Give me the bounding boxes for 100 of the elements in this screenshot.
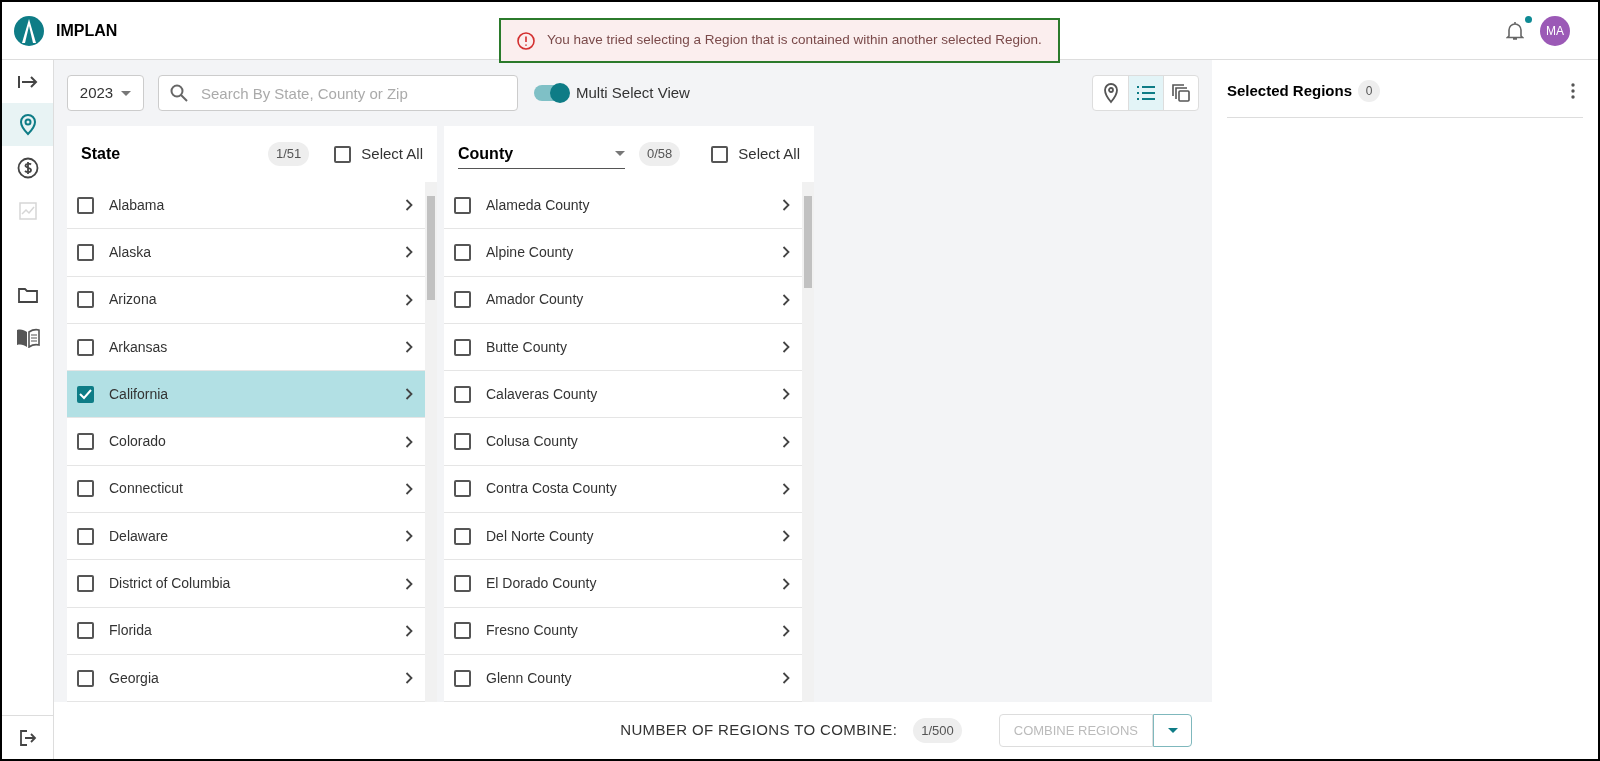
checkbox[interactable] xyxy=(77,480,94,498)
chevron-right-icon[interactable] xyxy=(405,482,413,495)
caret-down-icon xyxy=(121,90,132,96)
caret-down-icon xyxy=(1167,728,1178,733)
list-view-button[interactable] xyxy=(1128,76,1163,110)
row-label: Contra Costa County xyxy=(486,479,617,499)
chevron-right-icon[interactable] xyxy=(782,388,790,401)
location-pin-icon xyxy=(18,113,37,136)
count-badge: 0/58 xyxy=(639,142,681,166)
checkbox[interactable] xyxy=(454,338,471,356)
row-label: California xyxy=(109,384,169,404)
select-all-label[interactable]: Select All xyxy=(738,142,800,166)
row-label: Colusa County xyxy=(486,432,578,452)
search-icon xyxy=(170,84,188,102)
chevron-right-icon[interactable] xyxy=(782,482,790,495)
row-label: El Dorado County xyxy=(486,574,597,593)
checkbox[interactable] xyxy=(454,433,471,451)
checkbox[interactable] xyxy=(334,145,352,163)
scrollbar[interactable] xyxy=(802,182,814,702)
row-label: Amador County xyxy=(486,290,584,310)
select-all-label[interactable]: Select All xyxy=(361,142,423,166)
scrollbar[interactable] xyxy=(425,182,437,702)
count-badge: 1/500 xyxy=(913,717,962,744)
checkbox[interactable] xyxy=(77,527,94,545)
chevron-right-icon[interactable] xyxy=(405,435,413,448)
logo-icon xyxy=(14,15,44,46)
checkbox[interactable] xyxy=(454,291,471,309)
checkbox[interactable] xyxy=(454,527,471,545)
notification-bell-icon[interactable] xyxy=(1506,20,1524,41)
line-chart-icon xyxy=(17,200,38,221)
chevron-right-icon[interactable] xyxy=(782,199,790,212)
list-icon xyxy=(1136,85,1156,101)
checkbox[interactable] xyxy=(77,196,94,214)
chevron-right-icon[interactable] xyxy=(405,624,413,637)
checkbox[interactable] xyxy=(77,622,94,640)
chevron-right-icon[interactable] xyxy=(405,293,413,306)
checkbox[interactable] xyxy=(454,622,471,640)
book-icon xyxy=(15,327,40,348)
row-label: Calaveras County xyxy=(486,384,598,404)
year-dropdown[interactable]: 2023 xyxy=(67,75,144,111)
row-label: Del Norte County xyxy=(486,526,594,546)
chevron-right-icon[interactable] xyxy=(782,672,790,685)
alert-message: You have tried selecting a Region that is contained within another selected Region. xyxy=(547,31,1042,50)
chevron-right-icon[interactable] xyxy=(782,341,790,354)
checkbox[interactable] xyxy=(454,243,471,261)
count-badge: 0 xyxy=(1358,80,1381,103)
county-dropdown[interactable]: County xyxy=(458,139,625,169)
chevron-right-icon[interactable] xyxy=(405,341,413,354)
chevron-right-icon[interactable] xyxy=(405,530,413,543)
row-label: Fresno County xyxy=(486,621,578,641)
checkbox[interactable] xyxy=(77,433,94,451)
chevron-right-icon[interactable] xyxy=(782,293,790,306)
chevron-right-icon[interactable] xyxy=(782,246,790,259)
row-label: Alameda County xyxy=(486,195,590,215)
search-field[interactable]: Search By State, County or Zip xyxy=(158,75,518,111)
caret-down-icon xyxy=(615,151,625,156)
checkbox[interactable] xyxy=(454,385,471,403)
count-badge: 1/51 xyxy=(268,142,310,166)
logout-icon xyxy=(18,728,37,747)
checkbox[interactable] xyxy=(77,575,94,592)
checkbox[interactable] xyxy=(454,575,471,592)
app-name: IMPLAN xyxy=(56,20,118,41)
checkbox[interactable] xyxy=(454,669,471,687)
more-options-icon[interactable] xyxy=(1571,83,1575,100)
chevron-right-icon[interactable] xyxy=(782,624,790,637)
checkbox[interactable] xyxy=(77,243,94,261)
panel-title: Selected Regions xyxy=(1227,81,1353,101)
sidebar-pin-button[interactable] xyxy=(2,103,53,146)
chevron-right-icon[interactable] xyxy=(782,530,790,543)
arrow-right-bar-icon xyxy=(16,73,39,90)
folder-icon xyxy=(16,285,39,304)
chevron-right-icon[interactable] xyxy=(782,577,790,590)
row-label: Georgia xyxy=(109,668,159,688)
chevron-right-icon[interactable] xyxy=(405,199,413,212)
checkbox[interactable] xyxy=(711,145,729,163)
row-label: Alpine County xyxy=(486,242,574,262)
row-label: Glenn County xyxy=(486,668,572,688)
combine-count-label: NUMBER OF REGIONS TO COMBINE: xyxy=(620,720,898,741)
checkbox[interactable] xyxy=(77,669,94,687)
row-label: Colorado xyxy=(109,432,166,452)
checkbox[interactable] xyxy=(77,338,94,356)
list-title: State xyxy=(81,144,121,164)
row-label: Alabama xyxy=(109,195,165,215)
multi-select-label: Multi Select View xyxy=(576,82,690,103)
checkbox[interactable] xyxy=(77,385,94,403)
checkbox[interactable] xyxy=(454,196,471,214)
row-label: Arkansas xyxy=(109,337,168,357)
row-label: Alaska xyxy=(109,242,152,262)
multi-select-toggle[interactable] xyxy=(534,85,568,101)
row-label: Arizona xyxy=(109,290,157,310)
chevron-right-icon[interactable] xyxy=(405,577,413,590)
chevron-right-icon[interactable] xyxy=(782,435,790,448)
chevron-right-icon[interactable] xyxy=(405,388,413,401)
chevron-right-icon[interactable] xyxy=(405,672,413,685)
checkbox[interactable] xyxy=(454,480,471,498)
list-row[interactable]: California xyxy=(67,371,425,419)
user-avatar[interactable]: MA xyxy=(1540,15,1570,46)
copy-icon xyxy=(1171,83,1191,103)
chevron-right-icon[interactable] xyxy=(405,246,413,259)
checkbox[interactable] xyxy=(77,291,94,309)
